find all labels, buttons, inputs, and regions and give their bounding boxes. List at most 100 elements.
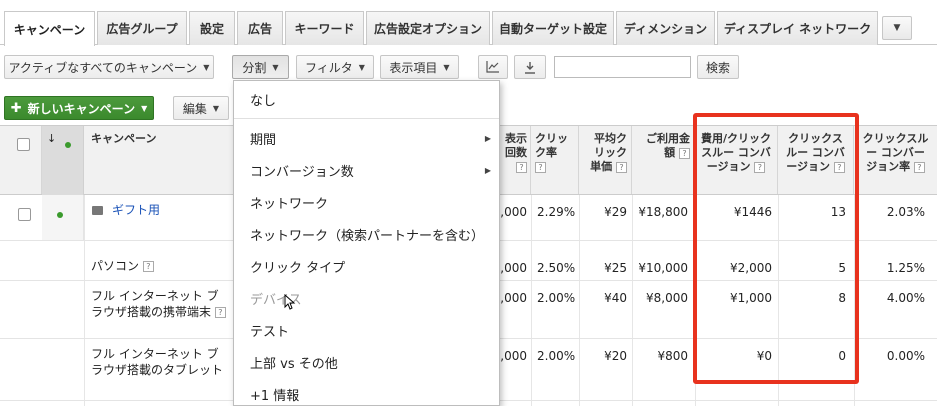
- download-icon: [525, 61, 535, 74]
- menu-item-label: テスト: [250, 324, 290, 340]
- tab-bar: キャンペーン 広告グループ 設定 広告 キーワード 広告設定オプション 自動ター…: [0, 0, 937, 46]
- new-campaign-button[interactable]: ✚ 新しいキャンペーン ▼: [4, 96, 154, 120]
- columns-button[interactable]: 表示項目 ▼: [380, 55, 459, 79]
- cell-ctr: 2.50%: [537, 261, 576, 275]
- row-checkbox[interactable]: [18, 208, 31, 221]
- search-button-label: 検索: [705, 60, 730, 75]
- segment-label: 分割: [242, 60, 267, 75]
- tab-campaigns[interactable]: キャンペーン: [4, 11, 95, 46]
- menu-item-label: ネットワーク（検索パートナーを含む）: [250, 228, 485, 244]
- header-ctr[interactable]: クリック率?: [531, 126, 579, 194]
- search-button[interactable]: 検索: [697, 55, 739, 79]
- folder-icon: [92, 206, 103, 215]
- menu-item-click-type[interactable]: クリック タイプ: [234, 252, 499, 280]
- help-icon[interactable]: ?: [535, 161, 546, 173]
- more-tabs-button[interactable]: ▼: [882, 16, 912, 40]
- header-convrate-line: クリックスル: [862, 132, 929, 145]
- tab-settings[interactable]: 設定: [189, 11, 235, 45]
- filter-button[interactable]: フィルタ ▼: [296, 55, 374, 79]
- menu-item-experiment[interactable]: テスト: [234, 316, 499, 344]
- tab-auto-targets[interactable]: 自動ターゲット設定: [492, 11, 614, 45]
- menu-item-label: 上部 vs その他: [250, 356, 338, 372]
- chevron-down-icon: ▼: [141, 103, 148, 113]
- cell-conv-rate: 0.00%: [886, 349, 925, 363]
- header-ctr-label: クリック率: [535, 132, 568, 159]
- header-campaign-label: キャンペーン: [91, 132, 157, 145]
- menu-item-top-vs-other[interactable]: 上部 vs その他: [234, 348, 499, 376]
- tab-dimensions[interactable]: ディメンション: [616, 11, 715, 45]
- campaign-filter-label: アクティブなすべてのキャンペーン: [8, 60, 198, 75]
- status-dot-icon: [57, 212, 63, 218]
- cell-cost: ¥18,800: [638, 205, 688, 219]
- search-input[interactable]: [554, 56, 691, 78]
- help-icon[interactable]: ?: [616, 161, 627, 173]
- campaign-filter-dropdown[interactable]: アクティブなすべてのキャンペーン ▼: [4, 55, 214, 79]
- sort-arrow-icon: ↓: [47, 132, 57, 145]
- menu-item-network[interactable]: ネットワーク: [234, 188, 499, 216]
- tab-keywords[interactable]: キーワード: [285, 11, 364, 45]
- edit-label: 編集: [182, 101, 207, 116]
- cell-avg-cpc: ¥29: [604, 205, 627, 219]
- select-all-checkbox[interactable]: [17, 138, 30, 151]
- tab-label: 広告グループ: [106, 22, 178, 36]
- help-icon[interactable]: ?: [679, 147, 690, 159]
- menu-divider: [234, 118, 499, 119]
- menu-item-label: 期間: [250, 132, 277, 148]
- tab-label: ディメンション: [623, 22, 708, 36]
- help-icon[interactable]: ?: [516, 161, 527, 173]
- plus-icon: ✚: [10, 100, 22, 116]
- cell-cost: ¥800: [657, 349, 688, 363]
- menu-item-label: クリック タイプ: [250, 260, 346, 276]
- download-button[interactable]: [514, 55, 546, 79]
- header-cost-line: ご利用金: [646, 132, 690, 145]
- edit-button[interactable]: 編集 ▼: [173, 96, 229, 120]
- help-icon[interactable]: ?: [913, 161, 925, 173]
- header-cpc-line: 単価: [590, 160, 613, 173]
- menu-item-device[interactable]: デバイス: [234, 284, 499, 312]
- campaign-name: フル インターネット ブラウザ搭載のタブレット: [91, 346, 223, 378]
- campaign-name-text: ラウザ搭載のタブレット: [91, 363, 224, 377]
- tab-label: 自動ターゲット設定: [498, 22, 607, 36]
- cell-cost: ¥10,000: [638, 261, 688, 275]
- header-convrate-line: ジョン率: [866, 160, 911, 173]
- help-icon[interactable]: ?: [142, 261, 154, 272]
- tab-display-network[interactable]: ディスプレイ ネットワーク: [717, 11, 878, 45]
- campaign-name: フル インターネット ブラウザ搭載の携帯端末 ?: [91, 288, 226, 320]
- chevron-right-icon: ▶: [484, 165, 491, 175]
- header-status[interactable]: ↓: [42, 126, 84, 196]
- chevron-down-icon: ▼: [358, 62, 365, 72]
- help-icon[interactable]: ?: [214, 307, 226, 318]
- tab-label: 広告設定オプション: [373, 22, 482, 36]
- menu-item-conversions[interactable]: コンバージョン数 ▶: [234, 156, 499, 184]
- segment-button[interactable]: 分割 ▼: [232, 55, 289, 79]
- chevron-down-icon: ▼: [212, 103, 220, 113]
- tab-ads[interactable]: 広告: [237, 11, 283, 45]
- chevron-down-icon: ▼: [893, 23, 901, 33]
- menu-item-time[interactable]: 期間 ▶: [234, 124, 499, 152]
- highlight-box: [693, 113, 859, 384]
- cell-ctr: 2.00%: [537, 291, 576, 305]
- menu-item-plus-one[interactable]: +1 情報: [234, 380, 499, 406]
- cell-avg-cpc: ¥40: [604, 291, 627, 305]
- tab-label: キャンペーン: [13, 22, 86, 37]
- line-chart-icon: [486, 61, 499, 73]
- menu-item-label: なし: [250, 93, 277, 109]
- chart-button[interactable]: [478, 55, 508, 79]
- mouse-cursor-icon: [284, 294, 296, 310]
- campaign-name-text: パソコン: [91, 259, 140, 273]
- cell-conv-rate: 1.25%: [886, 261, 925, 275]
- segment-menu: なし 期間 ▶ コンバージョン数 ▶ ネットワーク ネットワーク（検索パートナーを含…: [233, 80, 500, 406]
- tab-ad-extensions[interactable]: 広告設定オプション: [366, 11, 490, 45]
- header-avg-cpc[interactable]: 平均ク リック 単価 ?: [579, 126, 632, 194]
- header-conversion-rate[interactable]: クリックスルー コンバー ジョン率 ?: [854, 126, 937, 194]
- header-cpc-line: 平均ク: [594, 132, 627, 145]
- campaign-name: パソコン ?: [91, 258, 154, 274]
- menu-item-network-partners[interactable]: ネットワーク（検索パートナーを含む）: [234, 220, 499, 248]
- menu-item-none[interactable]: なし: [234, 85, 499, 113]
- tab-ad-groups[interactable]: 広告グループ: [97, 11, 187, 45]
- cell-avg-cpc: ¥20: [604, 349, 627, 363]
- header-cost[interactable]: ご利用金額 ?: [632, 126, 695, 194]
- chevron-down-icon: ▼: [272, 62, 279, 72]
- status-dot-icon: [65, 142, 71, 148]
- campaign-link[interactable]: ギフト用: [112, 202, 160, 218]
